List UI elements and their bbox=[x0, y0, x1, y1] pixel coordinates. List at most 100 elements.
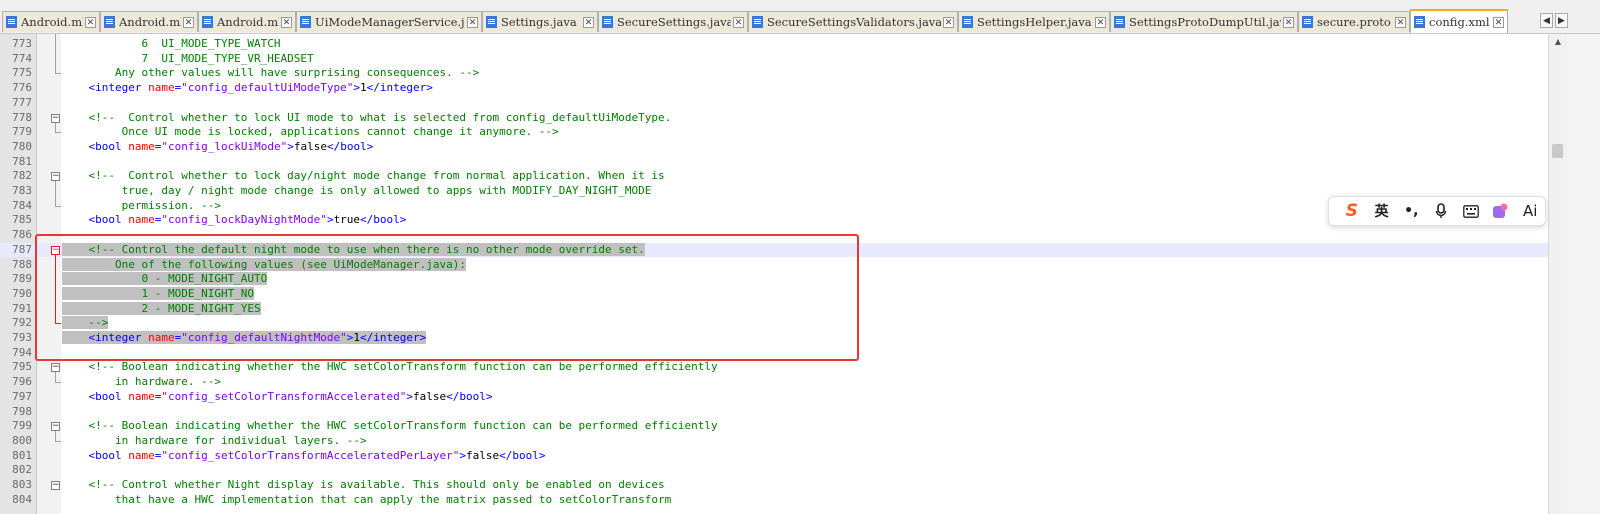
code-line[interactable]: 791 2 - MODE_NIGHT_YES bbox=[0, 301, 1548, 317]
close-icon[interactable]: ✕ bbox=[1283, 16, 1294, 28]
code-editor[interactable]: 773 6 UI_MODE_TYPE_WATCH 774 7 UI_MODE_TY… bbox=[0, 34, 1548, 514]
tab-android-mk[interactable]: Android.mk ✕ bbox=[100, 11, 198, 32]
fold-toggle-icon[interactable]: − bbox=[51, 481, 60, 490]
code-line[interactable]: 776 <integer name="config_defaultUiModeT… bbox=[0, 81, 1548, 96]
tab-label: SettingsHelper.java bbox=[977, 15, 1092, 29]
code-line[interactable]: 800 in hardware for individual layers. -… bbox=[0, 434, 1548, 449]
code-line[interactable]: 793 <integer name="config_defaultNightMo… bbox=[0, 331, 1548, 346]
ime-language-toggle[interactable]: 英 bbox=[1367, 199, 1397, 223]
tab-uimodemanagerservice-java[interactable]: UiModeManagerService.java✕ bbox=[296, 11, 482, 32]
tab-android-mk[interactable]: Android.mk ✕ bbox=[2, 11, 100, 32]
close-icon[interactable]: ✕ bbox=[1095, 16, 1106, 28]
skin-icon[interactable] bbox=[1486, 199, 1516, 223]
code-line[interactable]: 798 bbox=[0, 405, 1548, 420]
code-line[interactable]: 796 in hardware. --> bbox=[0, 375, 1548, 390]
code-text: <bool name="config_setColorTransformAcce… bbox=[62, 389, 492, 405]
code-line[interactable]: 780 <bool name="config_lockUiMode">false… bbox=[0, 140, 1548, 155]
fold-toggle-icon[interactable]: − bbox=[51, 172, 60, 182]
close-icon[interactable]: ✕ bbox=[1395, 16, 1406, 28]
tab-securesettings-java[interactable]: SecureSettings.java ✕ bbox=[598, 11, 748, 32]
close-icon[interactable]: ✕ bbox=[467, 16, 478, 28]
ime-punctuation-toggle[interactable]: •, bbox=[1396, 199, 1426, 223]
code-line[interactable]: 799 <!-- Boolean indicating whether the … bbox=[0, 419, 1548, 434]
tab-scroll-right-button[interactable]: ▶ bbox=[1555, 13, 1568, 28]
code-token: false bbox=[293, 139, 327, 153]
code-token: that have a HWC implementation that can … bbox=[62, 492, 672, 506]
line-number: 795 bbox=[12, 360, 32, 374]
close-icon[interactable]: ✕ bbox=[583, 16, 594, 28]
code-line[interactable]: 802 bbox=[0, 463, 1548, 478]
tab-config-xml[interactable]: config.xml ✕ bbox=[1410, 9, 1508, 33]
code-text: 0 - MODE_NIGHT_AUTO bbox=[62, 272, 268, 287]
code-line[interactable]: 779 Once UI mode is locked, applications… bbox=[0, 125, 1548, 140]
code-token: "config_defaultUiModeType" bbox=[181, 81, 354, 95]
code-line[interactable]: 781 bbox=[0, 155, 1548, 170]
code-line[interactable]: 797 <bool name="config_setColorTransform… bbox=[0, 390, 1548, 405]
code-line[interactable]: 804 that have a HWC implementation that … bbox=[0, 493, 1548, 508]
code-line[interactable]: 778 <!-- Control whether to lock UI mode… bbox=[0, 111, 1548, 126]
code-text: in hardware for individual layers. --> bbox=[62, 434, 367, 449]
ime-toolbar[interactable]: S 英 •, Ai bbox=[1328, 196, 1546, 226]
code-token: "config_setColorTransformAccelerated" bbox=[161, 389, 407, 403]
vertical-scrollbar[interactable]: ▲ bbox=[1548, 34, 1567, 514]
code-line[interactable]: 790 1 - MODE_NIGHT_NO bbox=[0, 286, 1548, 302]
code-line[interactable]: 775 Any other values will have surprisin… bbox=[0, 66, 1548, 81]
close-icon[interactable]: ✕ bbox=[281, 16, 292, 28]
code-line[interactable]: 794 bbox=[0, 346, 1548, 361]
code-text: <!-- Boolean indicating whether the HWC … bbox=[62, 360, 718, 375]
code-line[interactable]: 795 <!-- Boolean indicating whether the … bbox=[0, 360, 1548, 375]
file-icon bbox=[300, 16, 311, 28]
line-number: 776 bbox=[12, 81, 32, 95]
code-line[interactable]: 786 bbox=[0, 228, 1548, 243]
code-line[interactable]: 801 <bool name="config_setColorTransform… bbox=[0, 449, 1548, 464]
ime-ai-button[interactable]: Ai bbox=[1515, 199, 1545, 223]
code-text: true, day / night mode change is only al… bbox=[62, 184, 652, 199]
line-number: 791 bbox=[12, 301, 32, 315]
tab-securesettingsvalidators-java[interactable]: SecureSettingsValidators.java ✕ bbox=[748, 11, 958, 32]
code-line[interactable]: 792 --> bbox=[0, 316, 1548, 331]
tab-label: SecureSettingsValidators.java bbox=[767, 15, 941, 29]
fold-toggle-icon[interactable]: − bbox=[51, 363, 60, 373]
code-text: 7 UI_MODE_TYPE_VR_HEADSET bbox=[62, 52, 313, 67]
file-icon bbox=[486, 16, 497, 28]
line-number: 784 bbox=[12, 198, 32, 212]
tab-bar: Android.mk ✕ Android.mk ✕ Android.mk ✕ UiModeM… bbox=[0, 8, 1600, 34]
code-line[interactable]: 803 <!-- Control whether Night display i… bbox=[0, 478, 1548, 493]
fold-toggle-icon[interactable]: − bbox=[51, 245, 60, 255]
code-line[interactable]: 782 <!-- Control whether to lock day/nig… bbox=[0, 169, 1548, 184]
line-number: 790 bbox=[12, 286, 32, 300]
code-line[interactable]: 788 One of the following values (see UiM… bbox=[0, 257, 1548, 273]
code-line[interactable]: 789 0 - MODE_NIGHT_AUTO bbox=[0, 272, 1548, 287]
tab-scroll-left-button[interactable]: ◀ bbox=[1540, 13, 1553, 28]
line-number: 788 bbox=[12, 257, 32, 271]
close-icon[interactable]: ✕ bbox=[85, 16, 96, 28]
close-icon[interactable]: ✕ bbox=[1493, 16, 1504, 28]
keyboard-icon[interactable] bbox=[1456, 199, 1486, 223]
code-line[interactable]: 773 6 UI_MODE_TYPE_WATCH bbox=[0, 37, 1548, 52]
tab-settingsprotodumputil-java[interactable]: SettingsProtoDumpUtil.java ✕ bbox=[1110, 11, 1298, 32]
code-token: <!-- Boolean indicating whether the HWC … bbox=[62, 360, 718, 374]
code-line[interactable]: 777 bbox=[0, 96, 1548, 111]
close-icon[interactable]: ✕ bbox=[183, 16, 194, 28]
tab-android-mk[interactable]: Android.mk ✕ bbox=[198, 11, 296, 32]
tab-secure-proto[interactable]: secure.proto ✕ bbox=[1298, 11, 1410, 32]
tab-settingshelper-java[interactable]: SettingsHelper.java ✕ bbox=[958, 11, 1110, 32]
close-icon[interactable]: ✕ bbox=[943, 16, 954, 28]
tab-settings-java[interactable]: Settings.java ✕ bbox=[482, 11, 598, 32]
fold-guide-line bbox=[55, 181, 56, 207]
code-line[interactable]: 774 7 UI_MODE_TYPE_VR_HEADSET bbox=[0, 52, 1548, 67]
line-number: 797 bbox=[12, 389, 32, 403]
code-line[interactable]: 783 true, day / night mode change is onl… bbox=[0, 184, 1548, 199]
fold-toggle-icon[interactable]: − bbox=[51, 113, 60, 123]
fold-toggle-icon[interactable]: − bbox=[51, 422, 60, 432]
code-token: <!-- Control whether to lock UI mode to … bbox=[62, 110, 672, 124]
code-text: --> bbox=[62, 316, 109, 331]
microphone-icon[interactable] bbox=[1426, 199, 1456, 223]
code-line[interactable]: 787 <!-- Control the default night mode … bbox=[0, 242, 1548, 258]
ime-logo-icon[interactable]: S bbox=[1337, 199, 1367, 223]
code-line[interactable]: 785 <bool name="config_lockDayNightMode"… bbox=[0, 213, 1548, 228]
scroll-thumb[interactable] bbox=[1552, 144, 1563, 158]
scroll-up-arrow[interactable]: ▲ bbox=[1549, 34, 1567, 50]
code-line[interactable]: 784 permission. --> bbox=[0, 199, 1548, 214]
close-icon[interactable]: ✕ bbox=[733, 16, 744, 28]
